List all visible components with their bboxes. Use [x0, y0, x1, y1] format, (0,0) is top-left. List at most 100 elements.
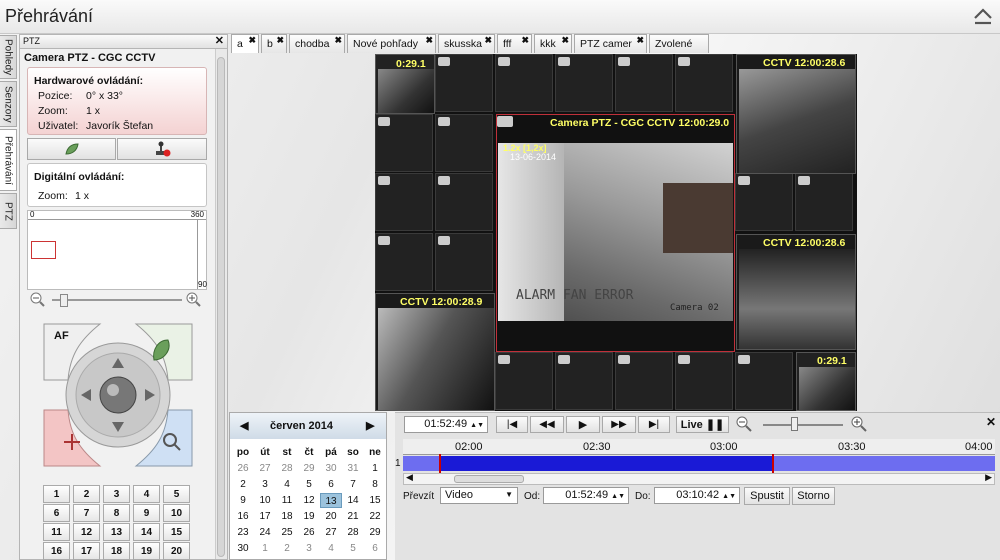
calendar-day[interactable]: 10 — [254, 493, 276, 508]
calendar-day[interactable]: 11 — [276, 493, 298, 508]
calendar-day[interactable]: 26 — [232, 461, 254, 476]
calendar-day[interactable]: 2 — [232, 477, 254, 492]
zoom-out-icon[interactable] — [30, 292, 45, 307]
preset-button-14[interactable]: 14 — [133, 523, 160, 541]
camera-tile-empty[interactable] — [675, 351, 733, 410]
calendar-day[interactable]: 29 — [298, 461, 320, 476]
time-input[interactable]: 01:52:49 ▲▼ — [404, 416, 488, 433]
close-icon[interactable]: ✕ — [986, 415, 996, 429]
calendar-day[interactable]: 4 — [276, 477, 298, 492]
recording-track[interactable] — [403, 454, 995, 473]
spin-icon[interactable]: ▲▼ — [470, 422, 484, 429]
range-start-marker[interactable] — [439, 454, 441, 473]
next-month-icon[interactable]: ▶ — [366, 419, 374, 432]
calendar-day[interactable]: 22 — [364, 509, 386, 524]
tab-a[interactable]: a ✖ — [231, 34, 259, 53]
release-control-button[interactable] — [117, 138, 207, 160]
calendar-day[interactable]: 25 — [276, 525, 298, 540]
preset-button-5[interactable]: 5 — [163, 485, 190, 503]
spin-icon[interactable]: ▲▼ — [611, 493, 625, 500]
range-end-marker[interactable] — [772, 454, 774, 473]
preset-button-6[interactable]: 6 — [43, 504, 70, 522]
calendar-day[interactable]: 5 — [298, 477, 320, 492]
calendar-day[interactable]: 18 — [276, 509, 298, 524]
preset-button-13[interactable]: 13 — [103, 523, 130, 541]
side-tab-pohledy[interactable]: Pohledy — [0, 35, 17, 79]
calendar-day[interactable]: 1 — [364, 461, 386, 476]
calendar-day[interactable]: 23 — [232, 525, 254, 540]
preset-button-9[interactable]: 9 — [133, 504, 160, 522]
live-button[interactable]: Live ❚❚ — [676, 416, 729, 433]
camera-tile-empty[interactable] — [375, 232, 433, 291]
camera-tile-empty[interactable] — [615, 351, 673, 410]
calendar-day[interactable]: 3 — [298, 541, 320, 556]
calendar-day[interactable]: 19 — [298, 509, 320, 524]
calendar-day[interactable]: 14 — [342, 493, 364, 508]
ptz-scroll-thumb[interactable] — [217, 57, 225, 557]
camera-tile-empty[interactable] — [735, 351, 793, 410]
calendar-day[interactable]: 30 — [320, 461, 342, 476]
calendar-day[interactable]: 27 — [254, 461, 276, 476]
tab-skusska[interactable]: skusska ✖ — [438, 34, 495, 53]
zoom-out-icon[interactable] — [736, 416, 752, 432]
calendar-day[interactable]: 5 — [342, 541, 364, 556]
preset-button-10[interactable]: 10 — [163, 504, 190, 522]
close-icon[interactable]: ✖ — [334, 35, 342, 46]
preset-button-3[interactable]: 3 — [103, 485, 130, 503]
play-button[interactable]: ▶ — [566, 416, 600, 433]
tab-b[interactable]: b ✖ — [261, 34, 287, 53]
ptz-view-rect[interactable] — [31, 241, 56, 259]
timeline-scrollbar[interactable]: ◀ ▶ — [403, 472, 995, 485]
calendar-day[interactable]: 29 — [364, 525, 386, 540]
start-export-button[interactable]: Spustit — [744, 487, 790, 505]
tab-fff[interactable]: fff ✖ — [497, 34, 532, 53]
calendar-day[interactable]: 1 — [254, 541, 276, 556]
from-time-input[interactable]: 01:52:49 ▲▼ — [543, 487, 629, 504]
camera-tile-empty[interactable] — [435, 232, 493, 291]
camera-tile[interactable]: CCTV 12:00:28.6 — [736, 234, 856, 350]
preset-button-20[interactable]: 20 — [163, 542, 190, 560]
camera-tile-empty[interactable] — [375, 173, 433, 231]
calendar-day[interactable]: 3 — [254, 477, 276, 492]
preset-button-1[interactable]: 1 — [43, 485, 70, 503]
zoom-in-icon[interactable] — [851, 416, 867, 432]
camera-tile-empty[interactable] — [555, 54, 613, 112]
calendar-day[interactable]: 27 — [320, 525, 342, 540]
close-icon[interactable]: ✖ — [636, 35, 644, 46]
close-icon[interactable]: ✖ — [521, 35, 529, 46]
calendar-day[interactable]: 9 — [232, 493, 254, 508]
calendar-day[interactable]: 28 — [342, 525, 364, 540]
export-format-select[interactable]: Video ▼ — [440, 487, 518, 504]
cancel-button[interactable]: Storno — [792, 487, 835, 505]
main-camera-tile[interactable]: 1.2x [1,2x] 13-06-2014 ALARM FAN ERROR C… — [496, 114, 735, 352]
prev-month-icon[interactable]: ◀ — [240, 419, 248, 432]
camera-tile-empty[interactable] — [375, 113, 433, 172]
camera-tile[interactable]: CCTV 12:00:28.6 — [736, 54, 856, 174]
tab-chodba[interactable]: chodba ✖ — [289, 34, 345, 53]
calendar-day[interactable]: 2 — [276, 541, 298, 556]
skip-start-button[interactable]: |◀ — [496, 416, 528, 433]
camera-tile-empty[interactable] — [435, 113, 493, 172]
camera-tile[interactable]: 0:29.1 — [796, 352, 856, 411]
calendar-day[interactable]: 15 — [364, 493, 386, 508]
calendar-day[interactable]: 17 — [254, 509, 276, 524]
preset-button-15[interactable]: 15 — [163, 523, 190, 541]
collapse-up-icon[interactable] — [972, 6, 994, 26]
calendar-day[interactable]: 26 — [298, 525, 320, 540]
preset-button-4[interactable]: 4 — [133, 485, 160, 503]
side-tab-prehravani[interactable]: Přehrávání — [0, 129, 17, 191]
side-tab-senzory[interactable]: Senzory — [0, 81, 17, 127]
camera-tile-empty[interactable] — [435, 54, 493, 112]
close-icon[interactable]: ✖ — [276, 35, 284, 46]
preset-button-2[interactable]: 2 — [73, 485, 100, 503]
calendar-day[interactable]: 7 — [342, 477, 364, 492]
camera-tile-empty[interactable] — [435, 173, 493, 231]
rewind-button[interactable]: ◀◀ — [530, 416, 564, 433]
camera-tile[interactable]: CCTV 12:00:28.9 — [375, 293, 495, 411]
fast-forward-button[interactable]: ▶▶ — [602, 416, 636, 433]
zoom-slider-track[interactable] — [52, 299, 182, 301]
skip-end-button[interactable]: ▶| — [638, 416, 670, 433]
preset-button-8[interactable]: 8 — [103, 504, 130, 522]
calendar-day[interactable]: 6 — [320, 477, 342, 492]
side-tab-ptz[interactable]: PTZ — [0, 193, 17, 229]
